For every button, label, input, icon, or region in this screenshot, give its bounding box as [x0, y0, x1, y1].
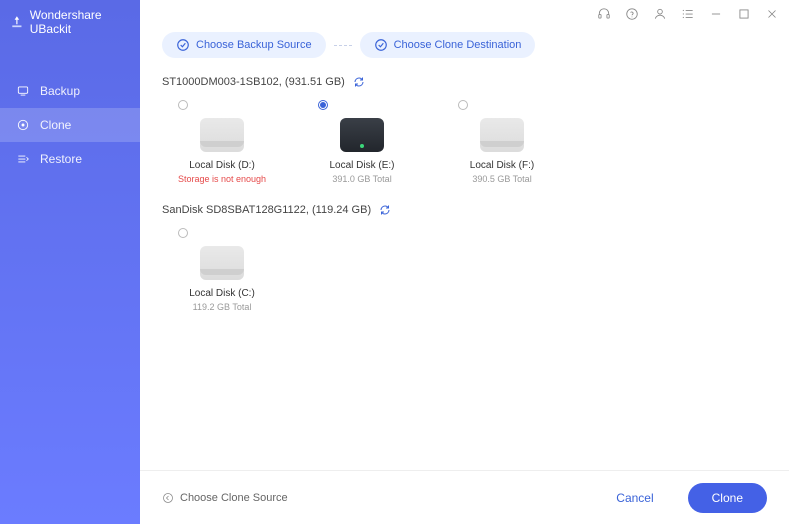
sidebar-item-label: Clone	[40, 118, 71, 132]
app-brand: Wondershare UBackit	[0, 0, 140, 44]
step-connector	[334, 45, 352, 46]
help-icon[interactable]	[625, 7, 639, 21]
step-indicator: Choose Backup Source Choose Clone Destin…	[162, 32, 767, 58]
step-label: Choose Backup Source	[196, 39, 312, 51]
sidebar: Wondershare UBackit Backup Clone Restore	[0, 0, 140, 524]
drive-icon	[200, 246, 244, 280]
backup-icon	[16, 84, 30, 98]
radio-icon	[458, 100, 468, 110]
sidebar-item-label: Restore	[40, 152, 82, 166]
sidebar-item-backup[interactable]: Backup	[0, 74, 140, 108]
app-logo-icon	[10, 14, 24, 30]
disk-subtext: 119.2 GB Total	[193, 302, 252, 312]
app-title: Wondershare UBackit	[30, 8, 130, 36]
disk-option-f[interactable]: Local Disk (F:) 390.5 GB Total	[452, 100, 552, 184]
drive-icon	[340, 118, 384, 152]
refresh-icon[interactable]	[353, 76, 365, 88]
disk-subtext: 391.0 GB Total	[332, 174, 391, 184]
sidebar-item-clone[interactable]: Clone	[0, 108, 140, 142]
clone-button[interactable]: Clone	[688, 483, 767, 513]
minimize-icon[interactable]	[709, 7, 723, 21]
disk-group-title: SanDisk SD8SBAT128G1122, (119.24 GB)	[162, 204, 371, 216]
cancel-button[interactable]: Cancel	[592, 483, 677, 513]
radio-icon	[318, 100, 328, 110]
sidebar-item-restore[interactable]: Restore	[0, 142, 140, 176]
disk-option-e[interactable]: Local Disk (E:) 391.0 GB Total	[312, 100, 412, 184]
back-label: Choose Clone Source	[180, 492, 288, 504]
step-choose-destination[interactable]: Choose Clone Destination	[360, 32, 536, 58]
clone-icon	[16, 118, 30, 132]
footer: Choose Clone Source Cancel Clone	[140, 470, 789, 524]
maximize-icon[interactable]	[737, 7, 751, 21]
check-circle-icon	[176, 38, 190, 52]
step-label: Choose Clone Destination	[394, 39, 522, 51]
titlebar	[140, 0, 789, 28]
disk-name: Local Disk (E:)	[329, 160, 394, 171]
disk-list: Local Disk (C:) 119.2 GB Total	[172, 228, 767, 312]
disk-option-c[interactable]: Local Disk (C:) 119.2 GB Total	[172, 228, 272, 312]
drive-icon	[480, 118, 524, 152]
disk-subtext: 390.5 GB Total	[472, 174, 531, 184]
chevron-left-circle-icon	[162, 492, 174, 504]
sidebar-nav: Backup Clone Restore	[0, 74, 140, 176]
disk-group-header: SanDisk SD8SBAT128G1122, (119.24 GB)	[162, 204, 767, 216]
headset-icon[interactable]	[597, 7, 611, 21]
disk-subtext: Storage is not enough	[178, 174, 266, 184]
close-icon[interactable]	[765, 7, 779, 21]
menu-list-icon[interactable]	[681, 7, 695, 21]
main-area: Choose Backup Source Choose Clone Destin…	[140, 0, 789, 524]
refresh-icon[interactable]	[379, 204, 391, 216]
disk-option-d[interactable]: Local Disk (D:) Storage is not enough	[172, 100, 272, 184]
sidebar-item-label: Backup	[40, 84, 80, 98]
user-icon[interactable]	[653, 7, 667, 21]
step-choose-source[interactable]: Choose Backup Source	[162, 32, 326, 58]
disk-group-title: ST1000DM003-1SB102, (931.51 GB)	[162, 76, 345, 88]
back-link[interactable]: Choose Clone Source	[162, 492, 288, 504]
disk-group-header: ST1000DM003-1SB102, (931.51 GB)	[162, 76, 767, 88]
disk-name: Local Disk (C:)	[189, 288, 255, 299]
restore-icon	[16, 152, 30, 166]
disk-list: Local Disk (D:) Storage is not enough Lo…	[172, 100, 767, 184]
drive-icon	[200, 118, 244, 152]
radio-icon	[178, 228, 188, 238]
content: Choose Backup Source Choose Clone Destin…	[140, 28, 789, 470]
disk-name: Local Disk (D:)	[189, 160, 255, 171]
disk-name: Local Disk (F:)	[470, 160, 534, 171]
check-circle-icon	[374, 38, 388, 52]
radio-icon	[178, 100, 188, 110]
